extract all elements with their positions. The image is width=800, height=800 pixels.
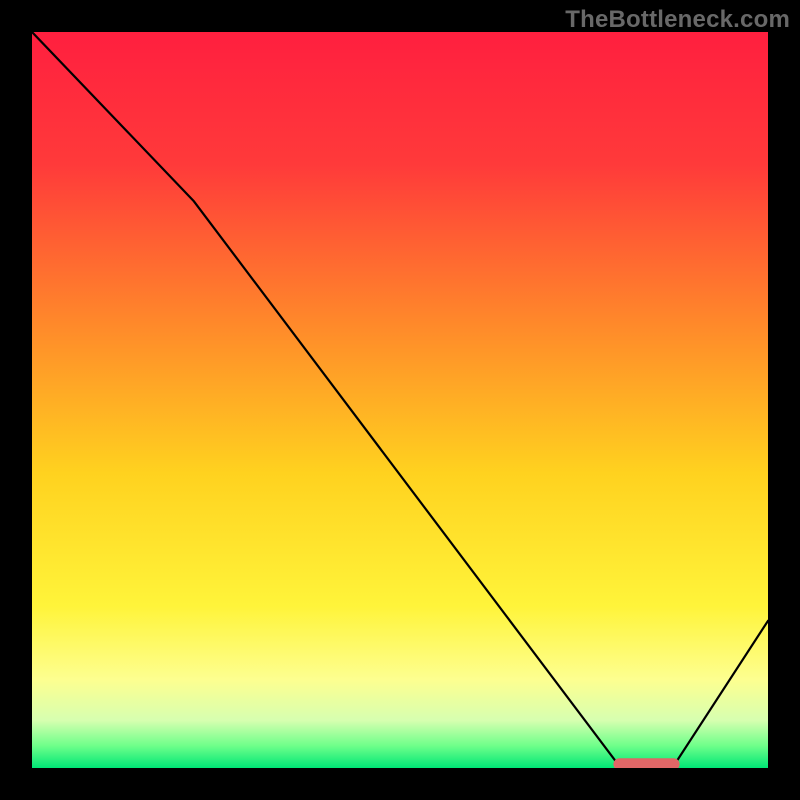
gradient-rect (32, 32, 768, 768)
chart-svg (32, 32, 768, 768)
optimal-range-marker (613, 758, 679, 768)
plot-area (32, 32, 768, 768)
watermark-text: TheBottleneck.com (565, 6, 790, 34)
chart-frame: TheBottleneck.com (0, 0, 800, 800)
